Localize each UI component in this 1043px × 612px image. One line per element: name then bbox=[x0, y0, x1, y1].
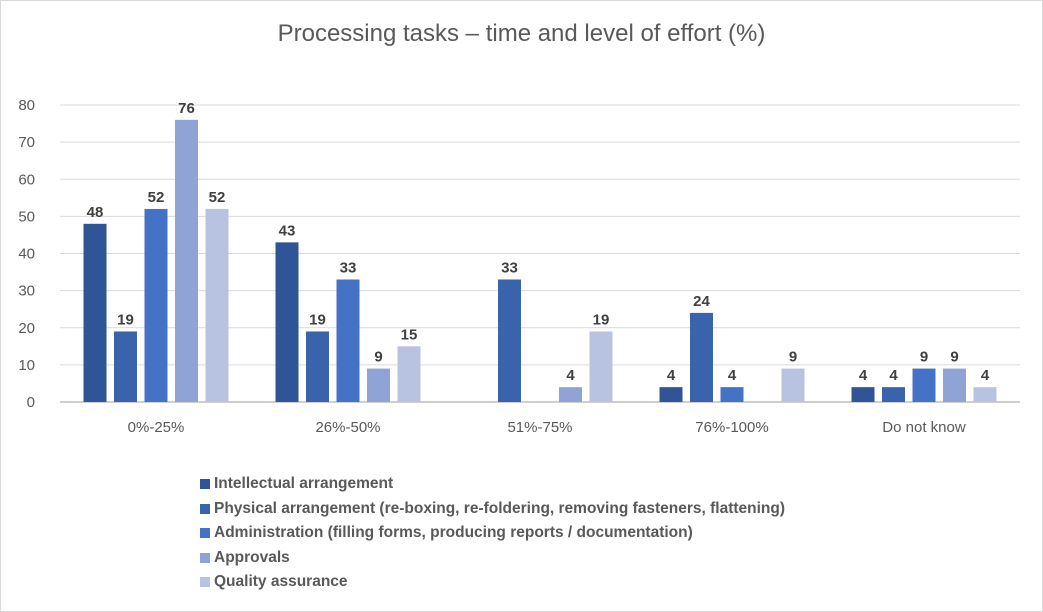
data-label: 4 bbox=[859, 367, 868, 384]
bar bbox=[559, 387, 582, 402]
bar bbox=[83, 223, 107, 402]
bar bbox=[498, 279, 521, 402]
data-label: 4 bbox=[981, 367, 990, 384]
x-tick-label: 0%-25% bbox=[128, 419, 185, 436]
data-label: 4 bbox=[667, 367, 676, 384]
data-label: 9 bbox=[920, 349, 928, 366]
y-tick-label: 70 bbox=[18, 134, 35, 151]
bar bbox=[973, 387, 997, 402]
data-label: 33 bbox=[340, 259, 357, 276]
bar bbox=[397, 346, 421, 402]
y-tick-label: 20 bbox=[18, 320, 35, 337]
bar bbox=[882, 387, 905, 402]
bar bbox=[275, 242, 299, 402]
data-label: 19 bbox=[117, 311, 134, 328]
data-label: 4 bbox=[889, 367, 898, 384]
bar bbox=[659, 387, 683, 402]
bar bbox=[720, 387, 744, 402]
data-label: 33 bbox=[501, 259, 518, 276]
bar bbox=[912, 368, 936, 402]
legend-label: Administration (filling forms, producing… bbox=[214, 524, 693, 542]
legend-label: Quality assurance bbox=[214, 573, 348, 591]
bar bbox=[114, 331, 137, 402]
x-tick-label: 51%-75% bbox=[507, 419, 572, 436]
bar bbox=[306, 331, 329, 402]
bar bbox=[367, 368, 390, 402]
legend-item: Physical arrangement (re-boxing, re-fold… bbox=[200, 497, 785, 522]
data-label: 43 bbox=[279, 222, 296, 239]
bar bbox=[175, 119, 198, 402]
legend-item: Administration (filling forms, producing… bbox=[200, 521, 785, 546]
legend-swatch bbox=[200, 577, 210, 588]
data-label: 9 bbox=[374, 349, 382, 366]
data-label: 4 bbox=[728, 367, 737, 384]
y-tick-label: 10 bbox=[18, 357, 35, 374]
data-label: 52 bbox=[209, 189, 226, 206]
data-label: 52 bbox=[148, 189, 165, 206]
y-tick-label: 60 bbox=[18, 171, 35, 188]
data-label: 15 bbox=[401, 326, 418, 343]
legend-swatch bbox=[200, 479, 210, 490]
bar bbox=[851, 387, 875, 402]
x-tick-label: 76%-100% bbox=[695, 419, 768, 436]
y-tick-label: 0 bbox=[27, 394, 35, 411]
legend-item: Intellectual arrangement bbox=[200, 472, 785, 497]
legend-item: Quality assurance bbox=[200, 570, 785, 595]
data-label: 4 bbox=[566, 367, 575, 384]
y-tick-label: 30 bbox=[18, 283, 35, 300]
bar bbox=[336, 279, 360, 402]
legend-swatch bbox=[200, 528, 210, 539]
y-tick-label: 50 bbox=[18, 208, 35, 225]
bar bbox=[144, 208, 168, 402]
chart-legend: Intellectual arrangement Physical arrange… bbox=[200, 472, 785, 595]
x-tick-label: 26%-50% bbox=[315, 419, 380, 436]
data-label: 19 bbox=[309, 311, 326, 328]
legend-swatch bbox=[200, 552, 210, 563]
legend-label: Intellectual arrangement bbox=[214, 475, 394, 493]
y-tick-label: 80 bbox=[18, 97, 35, 114]
bar bbox=[943, 368, 966, 402]
x-tick-label: Do not know bbox=[882, 419, 966, 436]
bar bbox=[781, 368, 805, 402]
bar bbox=[589, 331, 613, 402]
y-tick-label: 40 bbox=[18, 246, 35, 263]
legend-label: Approvals bbox=[214, 548, 290, 566]
data-label: 9 bbox=[789, 349, 797, 366]
data-label: 48 bbox=[87, 204, 104, 221]
data-label: 24 bbox=[693, 293, 710, 310]
data-label: 9 bbox=[950, 349, 958, 366]
legend-item: Approvals bbox=[200, 546, 785, 571]
bar bbox=[690, 312, 713, 402]
data-label: 76 bbox=[178, 100, 195, 117]
bar bbox=[205, 208, 229, 402]
legend-swatch bbox=[200, 503, 210, 514]
data-label: 19 bbox=[593, 311, 610, 328]
legend-label: Physical arrangement (re-boxing, re-fold… bbox=[214, 499, 786, 517]
